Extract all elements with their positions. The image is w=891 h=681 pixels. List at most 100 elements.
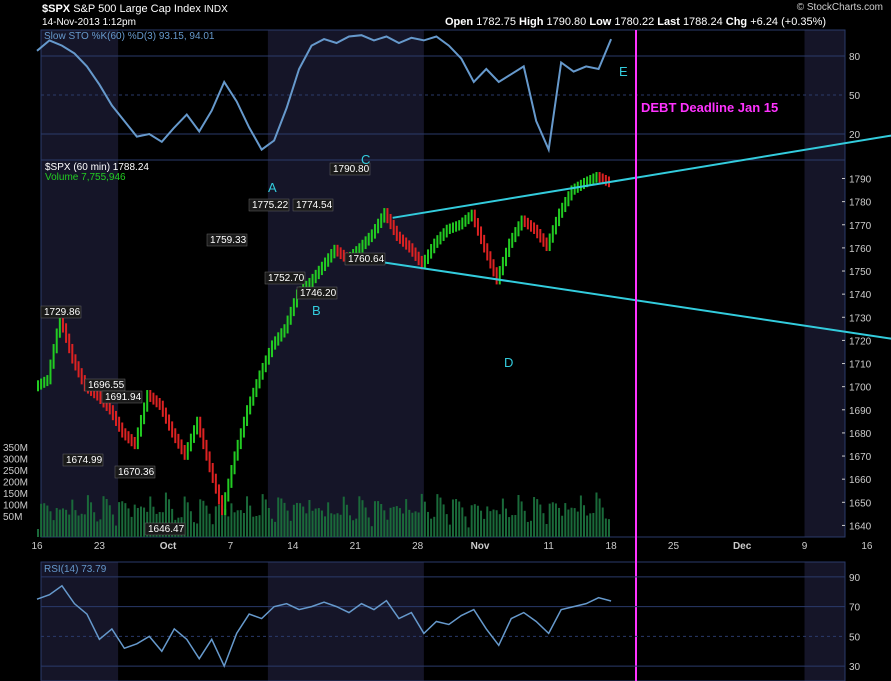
volume-bar	[395, 506, 398, 537]
volume-bar	[277, 497, 280, 537]
volume-bar	[561, 515, 564, 537]
volume-bar	[124, 503, 127, 537]
x-tick-label: 28	[412, 541, 424, 552]
volume-bar	[214, 506, 217, 537]
volume-bar	[364, 507, 367, 537]
price-tick-label: 1780	[849, 198, 872, 209]
volume-tick-label: 350M	[3, 443, 28, 454]
wave-label-a: A	[268, 180, 277, 195]
volume-bar	[342, 496, 345, 537]
wave-label-c: C	[361, 152, 370, 167]
volume-bar	[417, 512, 420, 537]
volume-bar	[286, 510, 289, 537]
volume-bar	[258, 515, 261, 537]
volume-bar	[473, 504, 476, 537]
volume-bar	[361, 500, 364, 537]
price-tick-label: 1790	[849, 175, 872, 186]
volume-bar	[274, 521, 277, 537]
volume-bar	[476, 505, 479, 537]
volume-bar	[255, 516, 258, 537]
sto-title: Slow STO %K(60) %D(3) 93.15, 94.01	[44, 31, 215, 42]
volume-bar	[586, 515, 589, 537]
volume-bar	[486, 506, 489, 537]
volume-bar	[239, 510, 242, 537]
volume-bar	[236, 510, 239, 537]
price-tick-label: 1660	[849, 475, 872, 486]
sto-tick-label: 20	[849, 130, 861, 141]
volume-bar	[495, 510, 498, 537]
sto-tick-label: 50	[849, 91, 861, 102]
volume-bar	[74, 510, 77, 537]
volume-title: Volume 7,755,946	[45, 172, 126, 183]
volume-bar	[386, 519, 389, 537]
volume-bar	[90, 502, 93, 537]
price-callout: 1696.55	[88, 380, 125, 391]
sto-tick-label: 80	[849, 52, 861, 63]
volume-bar	[389, 507, 392, 537]
volume-bar	[252, 516, 255, 537]
volume-bar	[383, 510, 386, 537]
volume-bar	[564, 503, 567, 537]
volume-bar	[467, 527, 470, 537]
volume-bar	[505, 508, 507, 537]
volume-bar	[576, 511, 579, 537]
volume-bar	[423, 501, 426, 537]
volume-bar	[402, 513, 405, 537]
volume-bar	[448, 524, 451, 537]
volume-bar	[398, 508, 401, 537]
volume-bar	[339, 514, 342, 537]
volume-tick-label: 150M	[3, 489, 28, 500]
volume-bar	[579, 495, 582, 537]
price-tick-label: 1700	[849, 383, 872, 394]
volume-bar	[529, 520, 532, 537]
x-tick-label: Dec	[733, 541, 752, 552]
x-tick-label: Oct	[160, 541, 177, 552]
volume-bar	[355, 518, 358, 537]
volume-bar	[520, 501, 523, 537]
volume-bar	[196, 523, 199, 537]
volume-bar	[380, 504, 383, 537]
volume-bar	[480, 510, 483, 537]
volume-tick-label: 100M	[3, 501, 28, 512]
volume-bar	[414, 511, 417, 537]
volume-bar	[199, 499, 202, 537]
volume-bar	[68, 514, 71, 537]
price-tick-label: 1680	[849, 429, 872, 440]
volume-bar	[442, 504, 445, 537]
volume-bar	[327, 502, 330, 537]
price-tick-label: 1710	[849, 360, 872, 371]
price-callout: 1774.54	[296, 200, 333, 211]
volume-bar	[317, 508, 320, 537]
volume-bar	[40, 503, 43, 537]
volume-bar	[439, 497, 442, 537]
volume-bar	[607, 519, 610, 537]
volume-bar	[458, 501, 461, 537]
volume-bar	[292, 504, 295, 537]
volume-bar	[233, 512, 236, 537]
volume-bar	[548, 503, 551, 537]
month-band	[804, 160, 845, 537]
volume-bar	[352, 520, 355, 537]
price-callout: 1760.64	[348, 254, 385, 265]
price-callout: 1775.22	[252, 200, 289, 211]
volume-bar	[583, 505, 585, 537]
volume-bar	[420, 493, 423, 537]
price-tick-label: 1730	[849, 313, 872, 324]
volume-bar	[558, 507, 561, 537]
volume-bar	[470, 505, 473, 537]
volume-bar	[336, 513, 339, 537]
month-band	[804, 562, 845, 681]
volume-bar	[261, 494, 264, 537]
volume-bar	[573, 508, 576, 537]
wave-label-d: D	[504, 355, 513, 370]
volume-bar	[411, 512, 414, 537]
price-callout: 1691.94	[105, 392, 142, 403]
volume-bar	[545, 523, 548, 537]
deadline-label: DEBT Deadline Jan 15	[641, 100, 778, 115]
price-tick-label: 1640	[849, 521, 872, 532]
volume-bar	[370, 526, 373, 537]
volume-bar	[211, 524, 214, 537]
volume-bar	[601, 507, 604, 537]
volume-bar	[249, 505, 252, 537]
volume-bar	[86, 495, 89, 537]
